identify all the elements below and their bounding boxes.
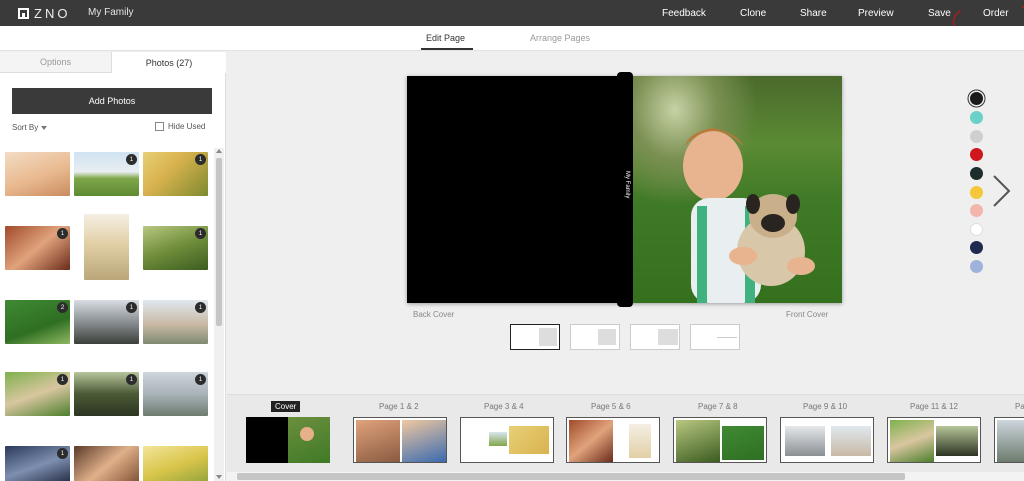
page-thumb-partial[interactable] [994, 417, 1024, 463]
usage-badge: 1 [126, 154, 137, 165]
layout-option-3[interactable] [630, 324, 680, 350]
hide-used-label: Hide Used [168, 122, 206, 131]
layout-option-1[interactable] [510, 324, 560, 350]
layout-preview [598, 329, 616, 345]
page-thumb-1-2[interactable] [353, 417, 447, 463]
photo-thumb[interactable] [143, 446, 208, 481]
page-strip-scrollbar[interactable] [227, 472, 1024, 481]
boy-with-pug-photo [683, 128, 815, 303]
page-label-cover: Cover [271, 401, 301, 412]
page-thumb-7-8[interactable] [673, 417, 767, 463]
zno-logo[interactable]: ZNO [18, 5, 78, 21]
photo-thumb[interactable]: 1 [143, 226, 208, 270]
photos-panel: Options Photos (27) Add Photos Sort By H… [0, 52, 226, 481]
hide-used-checkbox[interactable]: Hide Used [155, 122, 205, 131]
spine-title: My Family [624, 171, 630, 199]
checkbox-icon [155, 122, 164, 131]
photo-thumb[interactable]: 1 [5, 226, 70, 270]
photo-thumb[interactable] [74, 446, 139, 481]
usage-badge: 1 [126, 302, 137, 313]
photo-thumb[interactable]: 1 [5, 372, 70, 416]
photo-thumb[interactable]: 2 [5, 300, 70, 344]
photo-thumb[interactable]: 1 [74, 152, 139, 196]
tab-arrange-pages[interactable]: Arrange Pages [530, 33, 590, 43]
tab-edit-page[interactable]: Edit Page [426, 33, 465, 43]
page-label: Page 5 & 6 [591, 402, 631, 411]
photo-thumb[interactable]: 1 [143, 300, 208, 344]
usage-badge: 1 [57, 374, 68, 385]
usage-badge: 1 [195, 374, 206, 385]
logo-mark-icon [18, 7, 29, 19]
color-swatch[interactable] [970, 223, 983, 236]
color-swatch[interactable] [970, 130, 983, 143]
logo-text: ZNO [34, 5, 71, 21]
cover-spread-canvas[interactable]: My Family [407, 72, 842, 307]
save-button[interactable]: Save [928, 8, 951, 19]
editor-tab-row: Edit Page Arrange Pages [0, 26, 1024, 51]
usage-badge: 2 [57, 302, 68, 313]
color-swatch[interactable] [970, 204, 983, 217]
usage-badge: 1 [57, 228, 68, 239]
front-cover-photo[interactable] [633, 76, 842, 303]
usage-badge: 1 [126, 374, 137, 385]
back-cover[interactable] [407, 76, 617, 303]
photo-thumb[interactable]: 1 [5, 446, 70, 481]
page-thumb-11-12[interactable] [887, 417, 981, 463]
back-cover-label: Back Cover [413, 310, 455, 319]
add-photos-button[interactable]: Add Photos [12, 88, 212, 114]
active-tab-indicator [421, 48, 473, 50]
tab-options[interactable]: Options [0, 52, 112, 73]
photo-grid: 1 1 1 1 2 1 1 1 1 1 1 [4, 152, 210, 481]
tab-photos[interactable]: Photos (27) [112, 52, 226, 73]
share-button[interactable]: Share [800, 8, 827, 19]
color-swatch[interactable] [970, 148, 983, 161]
page-label: Page 1 & 2 [379, 402, 419, 411]
chevron-right-icon[interactable] [990, 174, 1012, 208]
page-thumb-9-10[interactable] [780, 417, 874, 463]
photo-thumb[interactable]: 1 [143, 372, 208, 416]
photo-thumb[interactable]: 1 [74, 300, 139, 344]
page-label: Pa [1015, 402, 1024, 411]
scroll-up-icon[interactable] [216, 149, 222, 153]
layout-option-4[interactable] [690, 324, 740, 350]
color-swatch[interactable] [970, 260, 983, 273]
usage-badge: 1 [195, 154, 206, 165]
page-thumb-cover[interactable] [246, 417, 330, 463]
sort-by-label: Sort By [12, 123, 39, 132]
photo-list-scrollbar[interactable] [214, 148, 224, 481]
page-label: Page 7 & 8 [698, 402, 738, 411]
preview-button[interactable]: Preview [858, 8, 894, 19]
caret-down-icon [41, 125, 48, 130]
layout-option-2[interactable] [570, 324, 620, 350]
front-cover-label: Front Cover [786, 310, 829, 319]
layout-preview [717, 337, 737, 338]
page-thumb-3-4[interactable] [460, 417, 554, 463]
color-swatch[interactable] [970, 92, 983, 105]
scroll-down-icon[interactable] [216, 475, 222, 479]
page-label: Page 9 & 10 [803, 402, 848, 411]
color-swatch[interactable] [970, 167, 983, 180]
usage-badge: 1 [195, 302, 206, 313]
photo-thumb[interactable] [84, 214, 129, 280]
feedback-button[interactable]: Feedback [662, 8, 706, 19]
scrollbar-thumb[interactable] [237, 473, 905, 480]
photo-thumb[interactable]: 1 [74, 372, 139, 416]
page-label: Page 11 & 12 [910, 402, 958, 411]
usage-badge: 1 [57, 448, 68, 459]
photo-thumb[interactable]: 1 [143, 152, 208, 196]
usage-badge: 1 [195, 228, 206, 239]
color-swatch[interactable] [970, 186, 983, 199]
layout-preview [658, 329, 678, 345]
color-swatch[interactable] [970, 241, 983, 254]
album-title[interactable]: My Family [88, 7, 134, 18]
clone-button[interactable]: Clone [740, 8, 766, 19]
layout-preview [539, 328, 557, 346]
page-thumb-5-6[interactable] [566, 417, 660, 463]
page-label: Page 3 & 4 [484, 402, 524, 411]
scrollbar-thumb[interactable] [216, 158, 222, 326]
photo-thumb[interactable] [5, 152, 70, 196]
color-swatch[interactable] [970, 111, 983, 124]
sort-by-dropdown[interactable]: Sort By [12, 123, 48, 132]
top-bar: ZNO My Family Feedback Clone Share Previ… [0, 0, 1024, 26]
